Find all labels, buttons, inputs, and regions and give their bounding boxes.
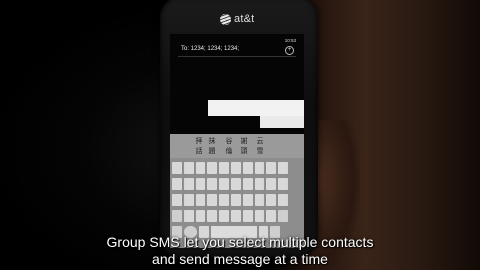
key[interactable]	[254, 210, 265, 222]
key[interactable]	[207, 178, 218, 190]
key[interactable]	[172, 194, 182, 206]
candidate-2[interactable]: 抹	[208, 137, 215, 144]
key[interactable]	[278, 162, 288, 174]
key[interactable]	[254, 194, 265, 206]
key[interactable]	[195, 210, 206, 222]
key[interactable]	[195, 162, 206, 174]
key[interactable]	[207, 162, 218, 174]
key[interactable]	[242, 210, 253, 222]
key[interactable]	[266, 162, 277, 174]
key[interactable]	[172, 162, 182, 174]
recipients-field[interactable]: To: 1234; 1234; 1234;	[181, 46, 239, 52]
candidate-2b[interactable]: 題	[208, 147, 215, 154]
key[interactable]	[278, 194, 288, 206]
candidate-4b[interactable]: 頭	[240, 147, 247, 154]
keyboard-row-2	[172, 178, 288, 190]
key[interactable]	[183, 194, 194, 206]
caption-line-2: and send message at a time	[152, 251, 328, 267]
candidate-4[interactable]: 謝	[240, 137, 247, 144]
key[interactable]	[219, 210, 229, 222]
candidate-3b[interactable]: 倫	[225, 147, 232, 154]
keyboard-row-1	[172, 162, 288, 174]
key[interactable]	[172, 178, 182, 190]
key[interactable]	[278, 178, 288, 190]
candidate-5[interactable]: 云	[256, 137, 263, 144]
keyboard-row-3	[172, 194, 288, 206]
shift-key[interactable]	[172, 210, 182, 222]
key[interactable]	[195, 178, 206, 190]
status-time: 10:53	[284, 38, 296, 43]
key[interactable]	[183, 210, 194, 222]
phone-screen: 10:53 To: 1234; 1234; 1234; + 拝 抹 谷 謝 云 …	[170, 34, 304, 248]
key[interactable]	[266, 210, 277, 222]
key[interactable]	[219, 178, 229, 190]
send-area[interactable]	[260, 116, 304, 128]
plus-circle-icon[interactable]: +	[285, 46, 294, 55]
key[interactable]	[254, 178, 265, 190]
backspace-key[interactable]	[278, 210, 288, 222]
key[interactable]	[207, 194, 218, 206]
key[interactable]	[219, 162, 229, 174]
att-globe-icon	[220, 13, 231, 25]
key[interactable]	[230, 194, 241, 206]
carrier-logo-text: at&t	[234, 13, 255, 25]
key[interactable]	[254, 162, 265, 174]
key[interactable]	[219, 194, 229, 206]
key[interactable]	[207, 210, 218, 222]
key[interactable]	[183, 178, 194, 190]
video-frame: at&t 10:53 To: 1234; 1234; 1234; + 拝 抹 谷…	[0, 0, 480, 270]
key[interactable]	[195, 194, 206, 206]
candidate-3[interactable]: 谷	[225, 137, 232, 144]
key[interactable]	[183, 162, 194, 174]
candidate-1b[interactable]: 話	[195, 147, 202, 154]
key[interactable]	[242, 194, 253, 206]
keyboard-row-4	[172, 210, 288, 222]
caption-line-1: Group SMS let you select multiple contac…	[106, 234, 374, 250]
key[interactable]	[230, 178, 241, 190]
key[interactable]	[230, 210, 241, 222]
candidate-bar: 拝 抹 谷 謝 云 話 題 倫 頭 雪	[170, 134, 304, 158]
message-input[interactable]	[208, 100, 304, 116]
on-screen-keyboard: 拝 抹 谷 謝 云 話 題 倫 頭 雪	[170, 134, 304, 248]
candidate-1[interactable]: 拝	[195, 137, 202, 144]
key[interactable]	[266, 194, 277, 206]
key[interactable]	[266, 178, 277, 190]
key[interactable]	[230, 162, 241, 174]
key[interactable]	[242, 178, 253, 190]
candidate-5b[interactable]: 雪	[256, 147, 263, 154]
divider	[178, 56, 296, 57]
carrier-logo: at&t	[220, 12, 266, 26]
key[interactable]	[242, 162, 253, 174]
